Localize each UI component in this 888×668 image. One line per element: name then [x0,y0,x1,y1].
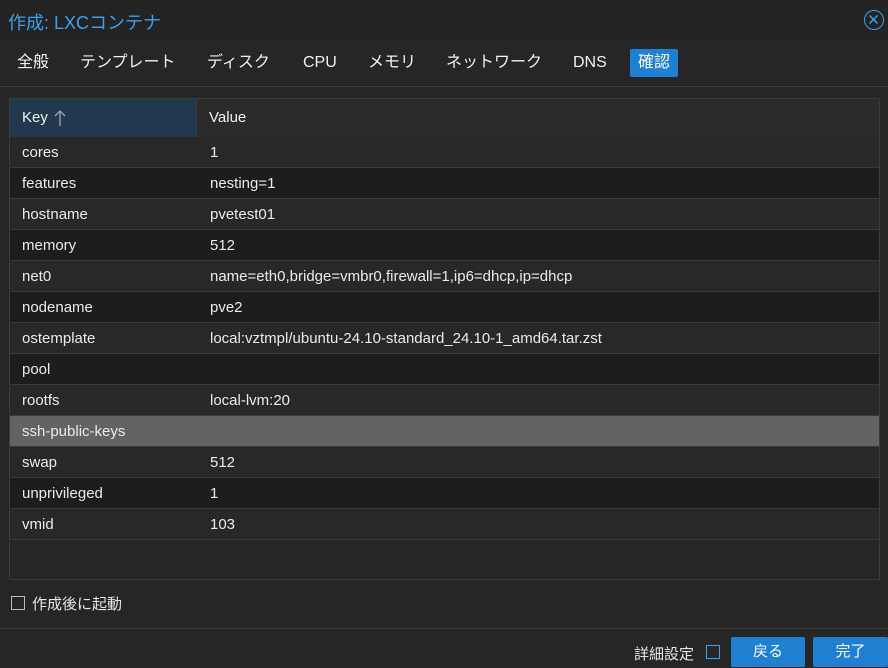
row-value: 512 [210,237,236,254]
start-after-create-label[interactable]: 作成後に起動 [32,593,122,614]
tab-cpu[interactable]: CPU [303,49,337,77]
table-row[interactable]: swap 512 [10,447,879,478]
row-key: unprivileged [22,485,103,502]
table-row[interactable]: cores 1 [10,137,879,168]
finish-button[interactable]: 完了 [813,637,888,667]
column-header-key[interactable]: Key [10,99,197,137]
row-key: hostname [22,206,88,223]
row-key: ostemplate [22,330,96,347]
row-key: memory [22,237,77,254]
row-value: pve2 [210,299,243,316]
row-value: 1 [210,144,219,161]
table-row[interactable]: vmid 103 [10,509,879,540]
row-key: nodename [22,299,93,316]
table-row-selected[interactable]: ssh-public-keys [10,416,879,447]
row-key: cores [22,144,59,161]
tab-confirm[interactable]: 確認 [630,49,679,77]
tab-dns[interactable]: DNS [573,49,607,77]
table-row[interactable]: unprivileged 1 [10,478,879,509]
dialog-footer: 詳細設定 戻る 完了 [0,628,888,668]
tab-bar: 全般 テンプレート ディスク CPU メモリ ネットワーク DNS 確認 [0,40,888,87]
column-header-value[interactable]: Value [197,99,879,137]
table-row[interactable]: ostemplate local:vztmpl/ubuntu-24.10-sta… [10,323,879,354]
grid-header: Key Value [10,99,879,138]
window-title: 作成: LXCコンテナ [8,13,162,33]
row-key: swap [22,454,58,471]
table-row[interactable]: pool [10,354,879,385]
row-key: pool [22,361,51,378]
table-row[interactable]: nodename pve2 [10,292,879,323]
tab-memory[interactable]: メモリ [368,49,416,77]
tab-template[interactable]: テンプレート [80,49,176,77]
table-row[interactable]: memory 512 [10,230,879,261]
table-row[interactable]: hostname pvetest01 [10,199,879,230]
table-row[interactable]: rootfs local-lvm:20 [10,385,879,416]
row-value: 103 [210,516,236,533]
row-key: net0 [22,268,52,285]
column-header-key-label: Key [22,109,48,126]
close-icon[interactable] [864,10,884,30]
tab-disk[interactable]: ディスク [207,49,270,77]
summary-grid: Key Value cores 1 features nesting=1 hos… [9,98,880,580]
arrow-up-icon [54,110,66,126]
window-titlebar: 作成: LXCコンテナ [0,0,888,40]
back-button[interactable]: 戻る [731,637,805,667]
row-value: nesting=1 [210,175,276,192]
row-value: 512 [210,454,236,471]
row-key: ssh-public-keys [22,423,126,440]
tab-general[interactable]: 全般 [17,49,49,77]
row-value: 1 [210,485,219,502]
tab-network[interactable]: ネットワーク [446,49,542,77]
column-header-value-label: Value [209,109,247,126]
table-row[interactable]: net0 name=eth0,bridge=vmbr0,firewall=1,i… [10,261,879,292]
start-after-create-checkbox[interactable] [11,596,25,610]
row-value: pvetest01 [210,206,276,223]
row-value: local-lvm:20 [210,392,291,409]
row-value: name=eth0,bridge=vmbr0,firewall=1,ip6=dh… [210,268,573,285]
advanced-label[interactable]: 詳細設定 [634,643,694,664]
row-key: rootfs [22,392,60,409]
advanced-checkbox[interactable] [706,645,720,659]
row-value: local:vztmpl/ubuntu-24.10-standard_24.10… [210,330,602,347]
row-key: vmid [22,516,54,533]
table-row[interactable]: features nesting=1 [10,168,879,199]
row-key: features [22,175,77,192]
